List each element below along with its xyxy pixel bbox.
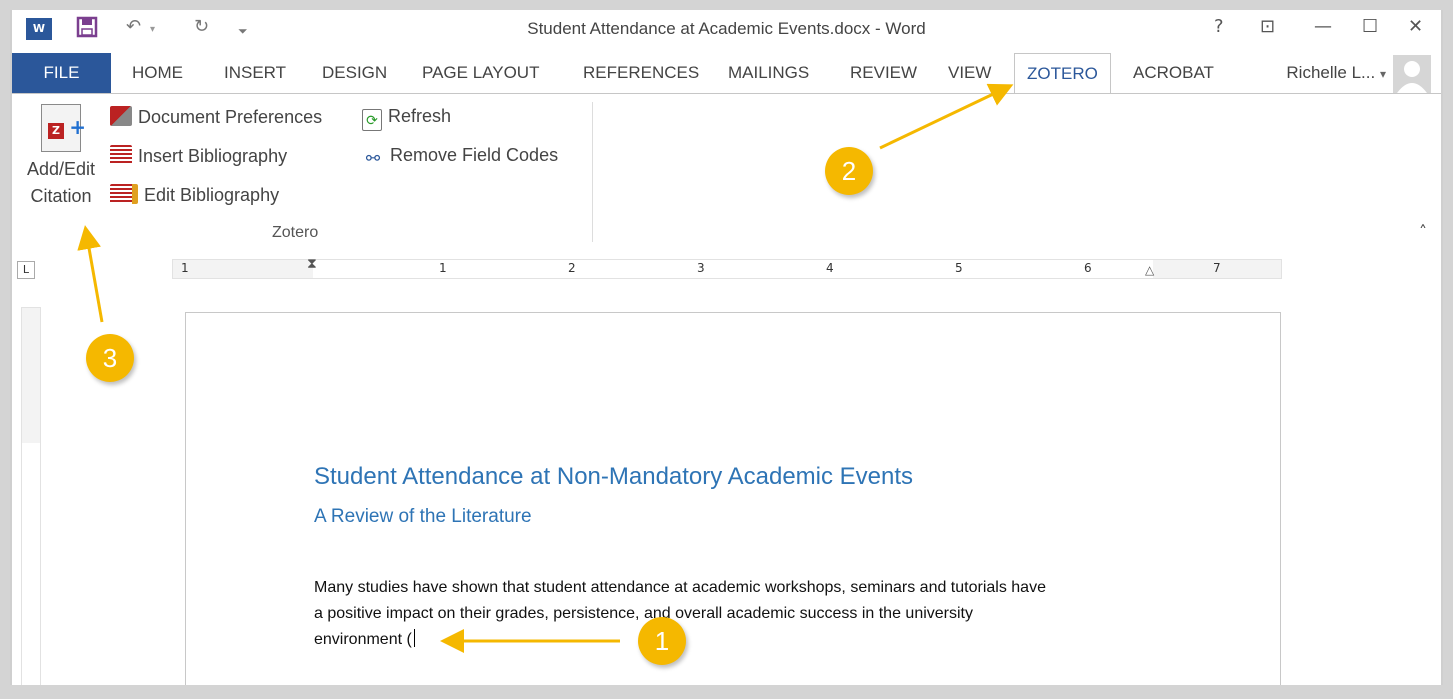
ruler-mark: 1 [439,261,447,275]
tab-view[interactable]: VIEW [948,53,991,93]
tab-design[interactable]: DESIGN [322,53,387,93]
close-icon[interactable]: ✕ [1408,16,1423,37]
edit-bibliography-icon [110,184,138,204]
add-edit-citation-button[interactable]: Z + Add/Edit Citation [18,104,104,210]
text-cursor [413,629,415,647]
collapse-ribbon-icon[interactable]: ˄ [1419,222,1427,241]
ruler-mark: 7 [1213,261,1221,275]
user-account[interactable]: Richelle L... ▾ [1286,63,1386,83]
document-page[interactable]: Student Attendance at Non-Mandatory Acad… [185,312,1281,685]
word-window: W ↶ ▾ ↻ ⏷ Student Attendance at Academic… [12,10,1441,685]
ruler-mark: 6 [1084,261,1092,275]
tab-acrobat[interactable]: ACROBAT [1133,53,1214,93]
edit-bibliography-button[interactable]: Edit Bibliography [110,184,279,206]
help-icon[interactable]: ? [1214,16,1224,37]
window-title: Student Attendance at Academic Events.do… [527,19,926,38]
body-line-with-cursor: environment ( [314,627,1164,653]
tab-insert[interactable]: INSERT [224,53,286,93]
minimize-icon[interactable]: — [1314,16,1332,37]
maximize-icon[interactable]: ☐ [1362,16,1378,37]
tab-references[interactable]: REFERENCES [583,53,699,93]
body-line: environment ( [314,631,412,648]
tab-page-layout[interactable]: PAGE LAYOUT [422,53,539,93]
annotation-badge-2: 2 [825,147,873,195]
document-area: L 1 1 2 3 4 5 6 7 ⧗ △ Student Attendance… [12,247,1441,685]
ruler-mark: 2 [568,261,576,275]
group-divider [592,102,593,242]
indent-marker[interactable]: ⧗ [307,256,317,272]
chevron-down-icon: ▾ [1379,67,1386,81]
add-citation-icon: Z + [41,104,86,152]
tab-zotero[interactable]: ZOTERO [1014,53,1111,95]
body-line: Many studies have shown that student att… [314,579,1046,596]
insert-bibliography-button[interactable]: Insert Bibliography [110,145,287,167]
document-preferences-label: Document Preferences [138,107,323,127]
annotation-badge-1: 1 [638,617,686,665]
document-body[interactable]: Many studies have shown that student att… [314,575,1164,653]
document-preferences-button[interactable]: Document Preferences [110,106,322,128]
user-name: Richelle L... [1286,63,1376,82]
insert-bibliography-icon [110,145,132,165]
ruler-mark: 4 [826,261,834,275]
ribbon-display-options-icon[interactable]: ⊡ [1260,16,1275,37]
vertical-ruler-active-area [22,443,40,685]
refresh-icon: ⟳ [362,109,382,131]
tab-selector[interactable]: L [17,261,35,279]
ribbon-tabs: FILE HOME INSERT DESIGN PAGE LAYOUT REFE… [12,53,1441,95]
remove-field-codes-label: Remove Field Codes [390,145,559,165]
ruler-mark: 3 [697,261,705,275]
vertical-ruler[interactable] [21,307,41,685]
add-edit-label-line2: Citation [30,186,92,206]
body-line: a positive impact on their grades, persi… [314,605,973,622]
edit-bibliography-label: Edit Bibliography [144,185,280,205]
document-preferences-icon [110,106,132,126]
avatar[interactable] [1393,55,1431,93]
document-title[interactable]: Student Attendance at Non-Mandatory Acad… [314,463,913,491]
tab-review[interactable]: REVIEW [850,53,917,93]
ruler-mark: 5 [955,261,963,275]
unlink-icon: ⚯ [365,149,381,168]
right-indent-marker[interactable]: △ [1145,263,1154,277]
insert-bibliography-label: Insert Bibliography [138,146,288,166]
annotation-badge-3: 3 [86,334,134,382]
tab-file[interactable]: FILE [12,53,111,93]
ribbon-zotero: Z + Add/Edit Citation Document Preference… [12,93,1441,248]
refresh-label: Refresh [388,106,452,126]
horizontal-ruler[interactable]: 1 1 2 3 4 5 6 7 ⧗ △ [172,256,1282,279]
add-edit-label-line1: Add/Edit [26,159,96,179]
document-subtitle[interactable]: A Review of the Literature [314,506,532,528]
tab-mailings[interactable]: MAILINGS [728,53,809,93]
refresh-button[interactable]: ⟳ Refresh [362,106,451,131]
add-edit-citation-label: Add/Edit Citation [18,156,104,210]
zotero-group-label: Zotero [272,224,319,241]
remove-field-codes-button[interactable]: ⚯ Remove Field Codes [362,145,558,169]
ruler-mark: 1 [181,261,189,275]
tab-home[interactable]: HOME [132,53,183,93]
title-bar: W ↶ ▾ ↻ ⏷ Student Attendance at Academic… [12,10,1441,50]
